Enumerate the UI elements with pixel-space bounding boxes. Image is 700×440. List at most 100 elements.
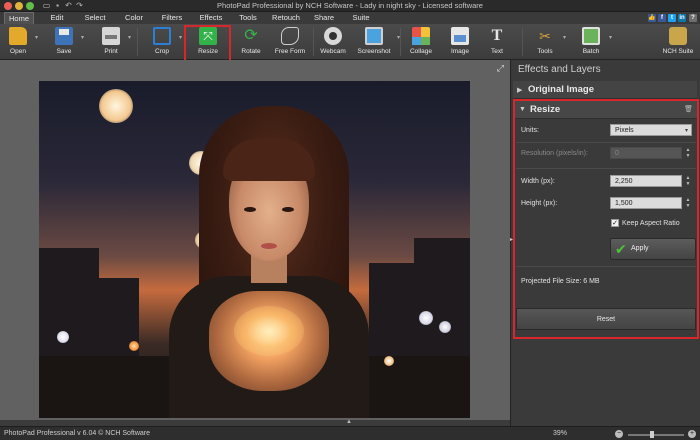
resize-section-header[interactable]: ▼ Resize 🗑 xyxy=(515,101,697,119)
help-icon[interactable]: ? xyxy=(689,14,697,22)
status-version-text: PhotoPad Professional v 6.04 © NCH Softw… xyxy=(4,430,151,437)
tab-filters[interactable]: Filters xyxy=(158,12,186,24)
tab-edit[interactable]: Edit xyxy=(46,12,68,24)
text-icon: T xyxy=(491,27,503,44)
units-select[interactable]: Pixels ▾ xyxy=(610,124,692,136)
lips xyxy=(261,243,277,249)
window-title: PhotoPad Professional by NCH Software - … xyxy=(217,1,483,10)
twitter-icon[interactable]: t xyxy=(668,14,676,22)
fullscreen-icon[interactable]: ⤢ xyxy=(497,63,504,74)
menu-bar: Home Edit Select Color Filters Effects T… xyxy=(0,12,700,24)
width-label: Width (px): xyxy=(521,178,555,185)
collapse-up-icon[interactable]: ▲ xyxy=(346,419,352,425)
toolbar-separator xyxy=(313,28,314,56)
screenshot-icon xyxy=(365,27,383,45)
bokeh-light xyxy=(57,331,69,343)
tab-share[interactable]: Share xyxy=(312,12,336,24)
height-input[interactable]: 1,500 xyxy=(610,197,682,209)
nch-suite-icon xyxy=(669,27,687,45)
expand-triangle-icon: ▶ xyxy=(517,87,523,94)
reset-button[interactable]: Reset xyxy=(516,308,696,330)
collage-button[interactable]: Collage xyxy=(406,26,436,58)
bokeh-light xyxy=(129,341,139,351)
width-input[interactable]: 2,250 xyxy=(610,175,682,187)
print-dropdown-icon[interactable]: ▾ xyxy=(128,34,131,41)
fairy-lights-glow xyxy=(234,306,304,356)
zoom-slider[interactable] xyxy=(628,434,684,436)
zoom-level: 39% xyxy=(553,430,568,437)
pin-icon[interactable]: 🗑 xyxy=(684,105,693,113)
keep-aspect-checkbox[interactable]: ✓ xyxy=(611,219,619,227)
original-image-section[interactable]: ▶ Original Image xyxy=(513,81,697,99)
image-icon xyxy=(451,27,469,45)
bokeh-light xyxy=(439,321,451,333)
bokeh-light xyxy=(419,311,433,325)
resolution-stepper[interactable]: ▲ ▼ xyxy=(684,147,692,159)
tab-color[interactable]: Color xyxy=(122,12,146,24)
save-button[interactable]: Save ▾ xyxy=(50,26,84,58)
image-canvas[interactable]: ⤢ xyxy=(0,60,510,426)
tools-dropdown-icon[interactable]: ▾ xyxy=(563,34,566,41)
open-button[interactable]: Open ▾ xyxy=(4,26,38,58)
resolution-label: Resolution (pixels/in): xyxy=(521,150,588,157)
screenshot-button[interactable]: Screenshot ▾ xyxy=(354,26,400,58)
tab-select[interactable]: Select xyxy=(82,12,108,24)
status-bar: PhotoPad Professional v 6.04 © NCH Softw… xyxy=(0,426,700,440)
apply-button[interactable]: ✔ Apply xyxy=(610,238,696,260)
like-icon[interactable]: 👍 xyxy=(648,14,656,22)
divider xyxy=(516,168,696,169)
chevron-down-icon: ▾ xyxy=(684,128,688,134)
nch-suite-button[interactable]: NCH Suite xyxy=(660,26,696,58)
facebook-icon[interactable]: f xyxy=(658,14,666,22)
free-form-button[interactable]: Free Form xyxy=(272,26,308,58)
toolbar-separator xyxy=(137,28,138,56)
units-label: Units: xyxy=(521,127,539,134)
width-stepper[interactable]: ▲ ▼ xyxy=(684,175,692,187)
rotate-icon: ⟳ xyxy=(244,27,258,44)
title-bar: ▭ ▪ ↶ ↷ PhotoPad Professional by NCH Sof… xyxy=(0,0,700,12)
divider xyxy=(516,266,696,267)
tab-tools[interactable]: Tools xyxy=(237,12,259,24)
keep-aspect-label: Keep Aspect Ratio xyxy=(622,220,680,227)
tab-effects[interactable]: Effects xyxy=(196,12,226,24)
open-dropdown-icon[interactable]: ▾ xyxy=(35,34,38,41)
linkedin-icon[interactable]: in xyxy=(678,14,686,22)
height-stepper[interactable]: ▲ ▼ xyxy=(684,197,692,209)
image-button[interactable]: Image xyxy=(445,26,475,58)
city-silhouette xyxy=(369,263,414,358)
printer-icon xyxy=(102,27,120,45)
crop-button[interactable]: Crop ▾ xyxy=(148,26,182,58)
tab-retouch[interactable]: Retouch xyxy=(271,12,301,24)
print-button[interactable]: Print ▾ xyxy=(97,26,131,58)
tools-icon: ✂ xyxy=(539,28,551,44)
divider xyxy=(516,142,696,143)
tab-home[interactable]: Home xyxy=(4,12,34,24)
checkmark-icon: ✔ xyxy=(615,241,627,257)
rotate-button[interactable]: ⟳ Rotate xyxy=(236,26,266,58)
batch-button[interactable]: Batch ▾ xyxy=(576,26,612,58)
tab-suite[interactable]: Suite xyxy=(350,12,372,24)
crop-dropdown-icon[interactable]: ▾ xyxy=(179,34,182,41)
toolbar: Open ▾ Save ▾ Print ▾ Crop ▾ ⤧ Resize ⟳ … xyxy=(0,24,700,60)
batch-dropdown-icon[interactable]: ▾ xyxy=(609,34,612,41)
tools-button[interactable]: ✂ Tools ▾ xyxy=(530,26,566,58)
photo-preview[interactable] xyxy=(39,81,470,418)
save-dropdown-icon[interactable]: ▾ xyxy=(81,34,84,41)
projected-file-size: Projected File Size: 6 MB xyxy=(521,278,600,285)
zoom-slider-handle[interactable] xyxy=(650,431,654,438)
left-eye xyxy=(244,207,256,212)
collage-icon xyxy=(412,27,430,45)
collapse-triangle-icon: ▼ xyxy=(519,106,526,113)
webcam-icon xyxy=(324,27,342,45)
city-silhouette xyxy=(39,248,99,358)
zoom-out-icon[interactable]: − xyxy=(615,430,623,438)
text-button[interactable]: T Text xyxy=(484,26,510,58)
free-form-icon xyxy=(281,27,299,45)
panel-title: Effects and Layers xyxy=(518,64,601,75)
resolution-input[interactable]: 0 xyxy=(610,147,682,159)
webcam-button[interactable]: Webcam xyxy=(318,26,348,58)
bokeh-light xyxy=(99,89,133,123)
zoom-in-icon[interactable]: + xyxy=(688,430,696,438)
city-silhouette xyxy=(414,238,470,358)
toolbar-separator xyxy=(522,28,523,56)
